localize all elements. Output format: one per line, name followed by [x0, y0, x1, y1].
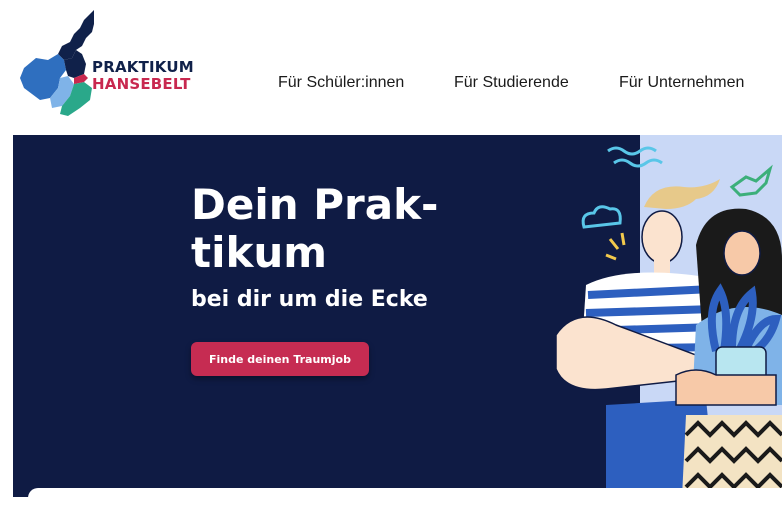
logo-line2: HANSEBELT — [92, 75, 191, 93]
hero-illustration — [555, 146, 782, 497]
map-logo-icon — [20, 10, 94, 116]
hero-title-line1: Dein Prak- — [191, 180, 439, 229]
hero-title-line2: tikum — [191, 228, 328, 277]
content-card-edge — [28, 488, 782, 508]
logo[interactable]: PRAKTIKUM HANSEBELT — [14, 8, 214, 133]
hero-section: Dein Prak- tikum bei dir um die Ecke Fin… — [13, 135, 782, 497]
hero-subtitle: bei dir um die Ecke — [191, 287, 428, 312]
nav-schueler[interactable]: Für Schüler:innen — [278, 74, 404, 92]
find-job-button[interactable]: Finde deinen Traumjob — [191, 342, 369, 376]
nav-unternehmen[interactable]: Für Unternehmen — [619, 74, 744, 92]
logo-line1: PRAKTIKUM — [92, 58, 194, 76]
nav-studierende[interactable]: Für Studierende — [454, 74, 569, 92]
site-header: PRAKTIKUM HANSEBELT Für Schüler:innen Fü… — [0, 0, 782, 135]
